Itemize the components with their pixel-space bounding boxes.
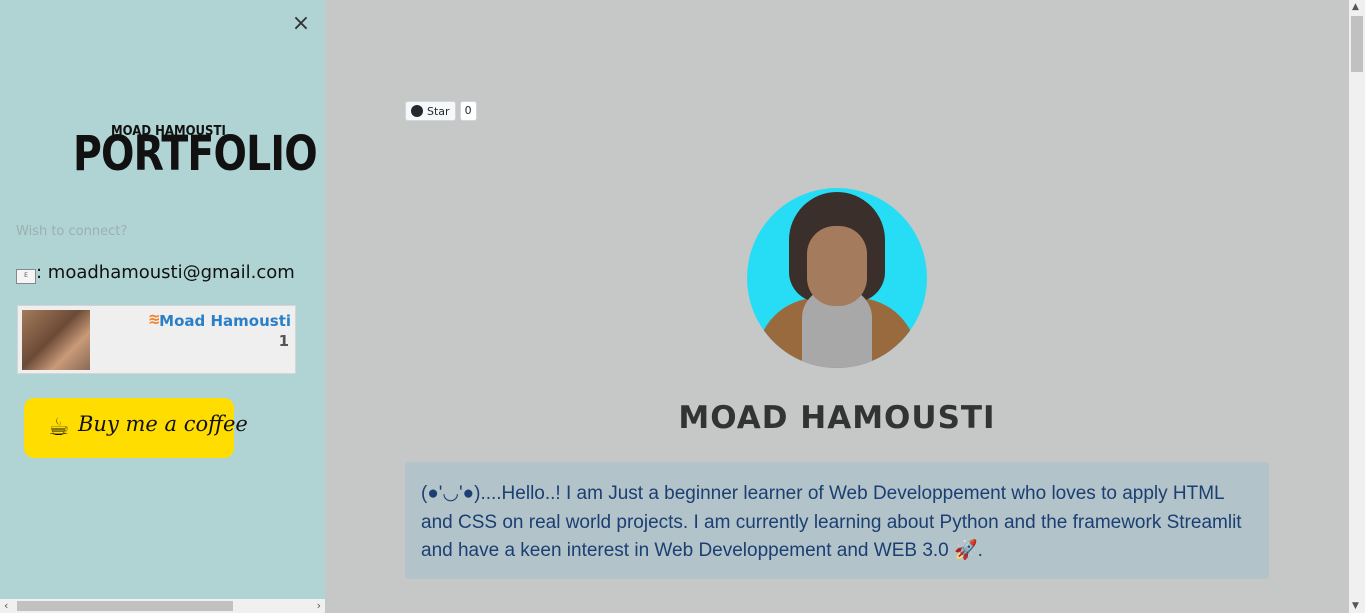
close-sidebar-button[interactable]: ×: [289, 12, 313, 36]
star-label: Star: [427, 104, 450, 118]
page-vertical-scrollbar[interactable]: ▲ ▼: [1349, 0, 1365, 613]
photo-face: [807, 226, 867, 306]
envelope-icon: E: [16, 269, 36, 284]
star-count[interactable]: 0: [459, 101, 477, 121]
scrollbar-thumb[interactable]: [1351, 16, 1363, 72]
stackoverflow-flair[interactable]: ≋ Moad Hamousti 1: [17, 305, 296, 374]
profile-name: MOAD HAMOUSTI: [678, 400, 996, 436]
stackoverflow-username-link[interactable]: Moad Hamousti: [159, 312, 291, 330]
scroll-right-icon[interactable]: ›: [317, 599, 321, 613]
scroll-up-icon[interactable]: ▲: [1352, 2, 1359, 12]
avatar: [22, 310, 90, 370]
sidebar-horizontal-scrollbar[interactable]: ‹ ›: [0, 599, 325, 613]
scroll-left-icon[interactable]: ‹: [4, 599, 8, 613]
logo-main-text: PORTFOLIO: [73, 126, 318, 182]
github-icon: [411, 105, 423, 117]
coffee-cup-icon: ☕: [48, 413, 70, 441]
bio-text: (●'◡'●)....Hello..! I am Just a beginner…: [421, 483, 1242, 561]
profile-photo: [747, 188, 927, 368]
github-star-badge: Star 0: [405, 101, 477, 121]
coffee-button-label: Buy me a coffee: [78, 412, 248, 436]
scrollbar-thumb[interactable]: [17, 601, 233, 611]
buy-me-a-coffee-button[interactable]: ☕ Buy me a coffee: [24, 398, 248, 458]
stackoverflow-reputation: 1: [278, 332, 289, 350]
email-row[interactable]: E: moadhamousti@gmail.com: [16, 262, 295, 284]
scroll-down-icon[interactable]: ▼: [1352, 601, 1359, 611]
github-star-button[interactable]: Star: [405, 101, 456, 121]
bio-box: (●'◡'●)....Hello..! I am Just a beginner…: [405, 462, 1269, 579]
sidebar: × MOAD HAMOUSTI PORTFOLIO Wish to connec…: [0, 0, 325, 613]
connect-label: Wish to connect?: [16, 224, 128, 239]
email-text: : moadhamousti@gmail.com: [36, 262, 295, 283]
portfolio-logo: MOAD HAMOUSTI PORTFOLIO: [73, 122, 318, 182]
